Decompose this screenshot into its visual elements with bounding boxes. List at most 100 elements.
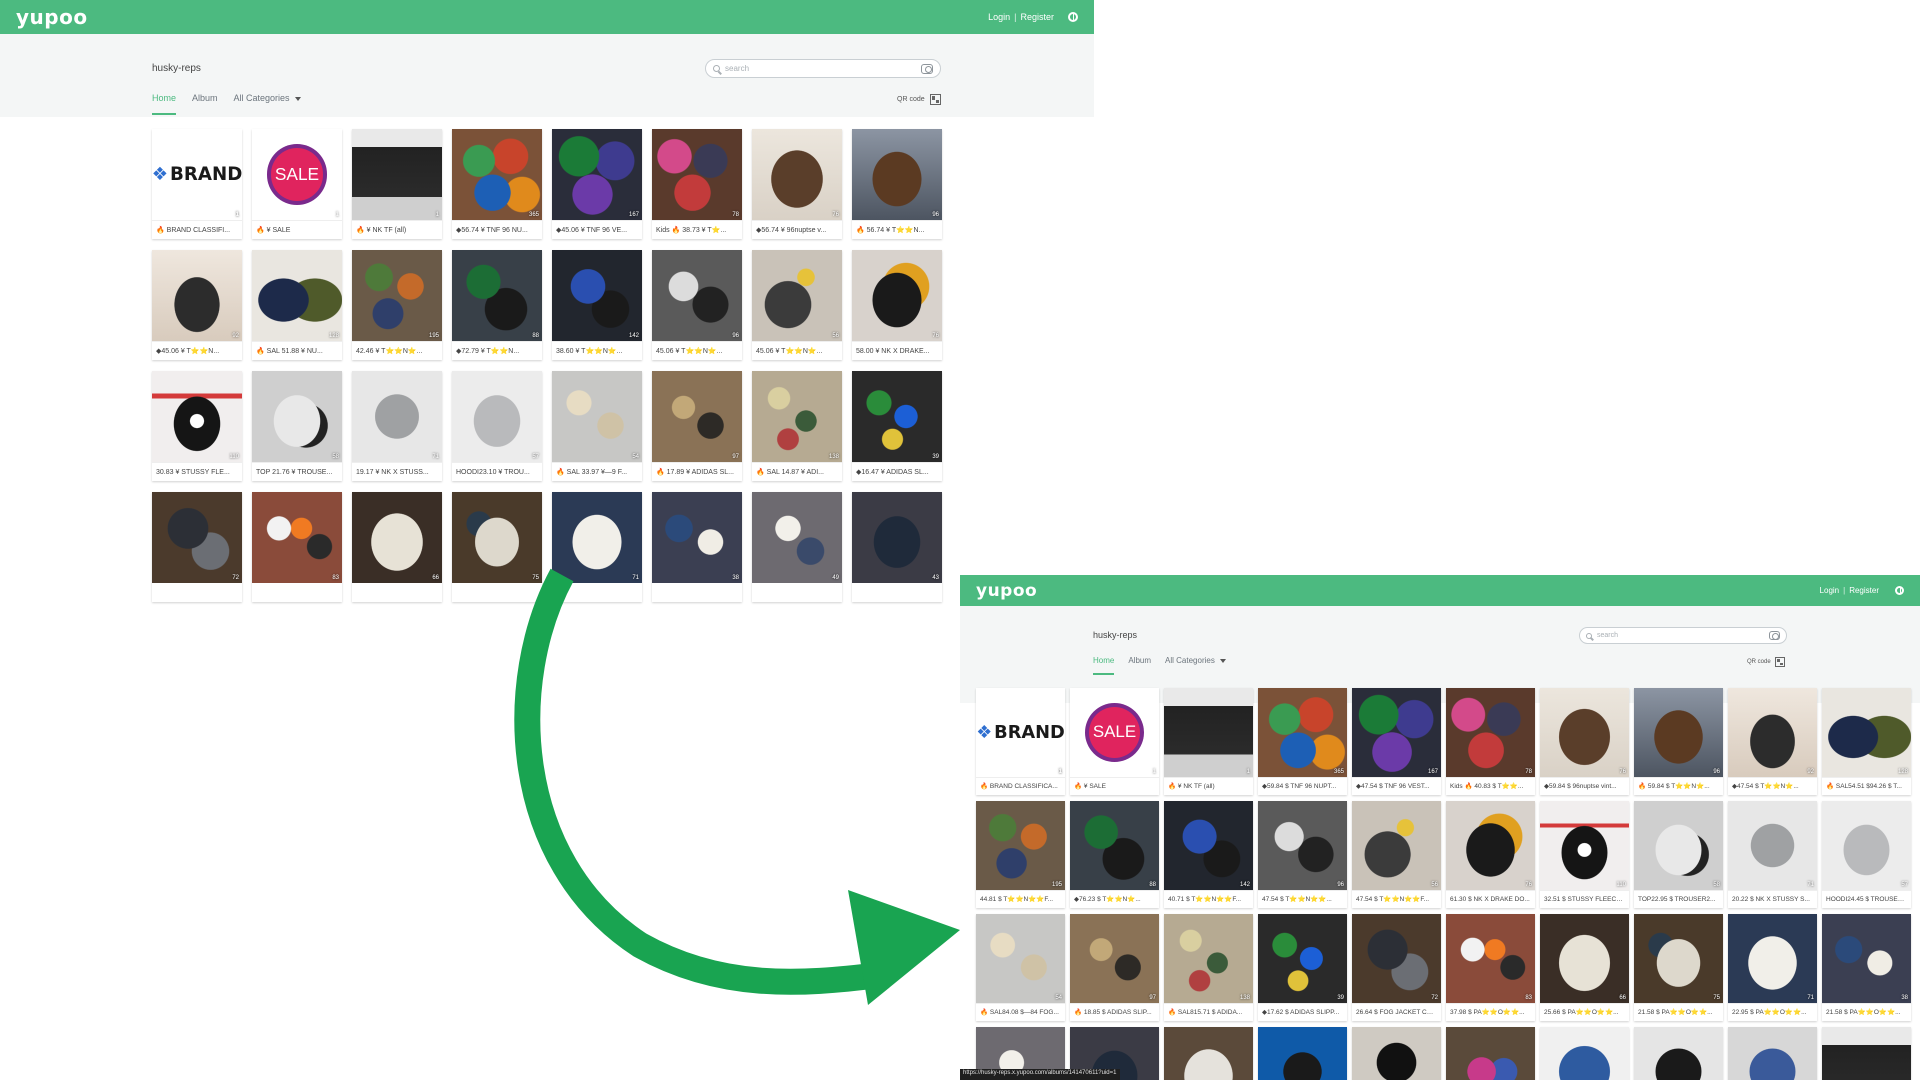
tab-all-categories[interactable]: All Categories [1165,656,1226,675]
album-tile[interactable]: 57 HOODI23.10 ¥ TROU... [452,371,542,481]
album-tile[interactable]: 56 47.54 $ T⭐⭐N⭐⭐F... [1352,801,1441,908]
album-thumbnail[interactable]: 88 [452,250,542,341]
album-tile[interactable]: 96 47.54 $ T⭐⭐N⭐⭐... [1258,801,1347,908]
album-tile[interactable] [1164,1027,1253,1080]
album-thumbnail[interactable]: 56 [1352,801,1441,890]
album-thumbnail[interactable]: 54 [976,914,1065,1003]
album-tile[interactable]: 92 ◆47.54 $ T⭐⭐N⭐... [1728,688,1817,795]
qr-code-button[interactable]: QR code [897,94,941,105]
album-caption[interactable]: ◆56.74 ¥ 96nuptse v... [752,220,842,239]
album-caption[interactable]: 47.54 $ T⭐⭐N⭐⭐... [1258,890,1347,908]
album-caption[interactable]: 🔥 SAL815.71 $ ADIDA... [1164,1003,1253,1021]
album-thumbnail[interactable]: 88 [1070,801,1159,890]
album-tile[interactable]: 1 🔥 ¥ NK TF (all) [1164,688,1253,795]
album-thumbnail[interactable]: 92 [152,250,242,341]
album-thumbnail[interactable]: 71 [552,492,642,583]
album-tile[interactable]: 142 38.60 ¥ T⭐⭐N⭐... [552,250,642,360]
album-tile[interactable]: 78 Kids 🔥 38.73 ¥ T⭐... [652,129,742,239]
album-caption[interactable]: HOODI24.45 $ TROUSER... [1822,890,1911,908]
album-caption[interactable]: 30.83 ¥ STUSSY FLE... [152,462,242,481]
album-tile[interactable]: 142 40.71 $ T⭐⭐N⭐⭐F... [1164,801,1253,908]
album-caption[interactable]: ◆76.23 $ T⭐⭐N⭐... [1070,890,1159,908]
album-tile[interactable]: SALE 1 🔥 ¥ SALE [252,129,342,239]
album-thumbnail[interactable]: 110 [152,371,242,462]
album-tile[interactable]: 66 25.66 $ PA⭐⭐O⭐⭐... [1540,914,1629,1021]
album-tile[interactable]: 54 🔥 SAL 33.97 ¥—9 F... [552,371,642,481]
album-tile[interactable]: 71 22.95 $ PA⭐⭐O⭐⭐... [1728,914,1817,1021]
album-thumbnail[interactable]: 167 [1352,688,1441,777]
album-caption[interactable]: ◆47.54 $ TNF 96 VEST... [1352,777,1441,795]
album-tile[interactable]: 138 🔥 SAL815.71 $ ADIDA... [1164,914,1253,1021]
album-thumbnail[interactable]: 76 [852,250,942,341]
album-thumbnail[interactable]: 78 [1446,688,1535,777]
album-caption[interactable]: 20.22 $ NK X STUSSY S... [1728,890,1817,908]
album-caption[interactable]: ◆59.84 $ 96nuptse vint... [1540,777,1629,795]
album-thumbnail[interactable]: 142 [1164,801,1253,890]
album-caption[interactable]: ◆59.84 $ TNF 96 NUPT... [1258,777,1347,795]
album-caption[interactable]: 🔥 BRAND CLASSIFICA... [976,777,1065,795]
album-tile[interactable]: 96 🔥 59.84 $ T⭐⭐N⭐... [1634,688,1723,795]
album-thumbnail[interactable]: 83 [1446,914,1535,1003]
album-tile[interactable]: 75 [452,492,542,602]
album-thumbnail[interactable]: 56 [752,250,842,341]
register-link[interactable]: Register [1849,586,1879,595]
album-caption[interactable]: 37.98 $ PA⭐⭐O⭐⭐... [1446,1003,1535,1021]
album-tile[interactable]: 138 🔥 SAL 14.87 ¥ ADI... [752,371,842,481]
album-caption[interactable]: ◆45.06 ¥ T⭐⭐N... [152,341,242,360]
album-caption[interactable]: 44.81 $ T⭐⭐N⭐⭐F... [976,890,1065,908]
album-thumbnail[interactable]: 195 [976,801,1065,890]
album-thumbnail[interactable] [1822,1027,1911,1080]
album-thumbnail[interactable]: 75 [1634,914,1723,1003]
album-caption[interactable]: ◆16.47 ¥ ADIDAS SL... [852,462,942,481]
camera-icon[interactable] [921,63,933,74]
tab-home[interactable]: Home [1093,656,1115,675]
album-thumbnail[interactable]: 71 [352,371,442,462]
album-tile[interactable]: 88 ◆76.23 $ T⭐⭐N⭐... [1070,801,1159,908]
album-caption[interactable]: 🔥 SAL84.08 $—84 FOG... [976,1003,1065,1021]
album-tile[interactable]: 128 🔥 SAL 51.88 ¥ NU... [252,250,342,360]
album-thumbnail[interactable]: 38 [652,492,742,583]
album-tile[interactable]: 83 37.98 $ PA⭐⭐O⭐⭐... [1446,914,1535,1021]
album-tile[interactable]: 38 [652,492,742,602]
search-input[interactable]: search [1579,627,1787,644]
album-tile[interactable]: 128 🔥 SAL54.51 $94.26 $ T... [1822,688,1911,795]
album-tile[interactable] [1540,1027,1629,1080]
album-tile[interactable] [1446,1027,1535,1080]
album-tile[interactable]: 76 ◆56.74 ¥ 96nuptse v... [752,129,842,239]
album-thumbnail[interactable]: 1 [352,129,442,220]
album-tile[interactable]: 58 TOP22.95 $ TROUSER2... [1634,801,1723,908]
album-caption[interactable]: TOP22.95 $ TROUSER2... [1634,890,1723,908]
album-caption[interactable]: ◆47.54 $ T⭐⭐N⭐... [1728,777,1817,795]
album-tile[interactable]: 96 45.06 ¥ T⭐⭐N⭐... [652,250,742,360]
album-thumbnail[interactable] [1352,1027,1441,1080]
album-tile[interactable]: 1 🔥 ¥ NK TF (all) [352,129,442,239]
album-thumbnail[interactable]: 83 [252,492,342,583]
album-thumbnail[interactable]: 76 [1446,801,1535,890]
album-caption[interactable]: ◆72.79 ¥ T⭐⭐N... [452,341,542,360]
album-thumbnail[interactable]: 78 [652,129,742,220]
album-tile[interactable]: ❖ BRAND 1 🔥 BRAND CLASSIFICA... [976,688,1065,795]
globe-icon[interactable] [1895,586,1904,595]
album-caption[interactable]: 🔥 BRAND CLASSIFI... [152,220,242,239]
tab-home[interactable]: Home [152,93,177,115]
album-thumbnail[interactable]: 76 [752,129,842,220]
album-thumbnail[interactable]: 167 [552,129,642,220]
album-thumbnail[interactable]: 128 [1822,688,1911,777]
album-caption[interactable]: TOP 21.76 ¥ TROUSE... [252,462,342,481]
album-thumbnail[interactable]: 75 [452,492,542,583]
qr-code-button[interactable]: QR code [1747,657,1785,667]
album-caption[interactable]: 38.60 ¥ T⭐⭐N⭐... [552,341,642,360]
album-tile[interactable]: 76 ◆59.84 $ 96nuptse vint... [1540,688,1629,795]
album-tile[interactable]: 92 ◆45.06 ¥ T⭐⭐N... [152,250,242,360]
album-caption[interactable]: 🔥 59.84 $ T⭐⭐N⭐... [1634,777,1723,795]
yupoo-logo[interactable]: yupoo [16,5,88,29]
album-thumbnail[interactable]: 92 [1728,688,1817,777]
album-tile[interactable]: 39 ◆17.62 $ ADIDAS SLIPP... [1258,914,1347,1021]
album-thumbnail[interactable]: 43 [852,492,942,583]
album-tile[interactable] [1258,1027,1347,1080]
album-tile[interactable]: 195 42.46 ¥ T⭐⭐N⭐... [352,250,442,360]
search-input[interactable]: search [705,59,941,78]
album-caption[interactable]: 32.51 $ STUSSY FLEECE... [1540,890,1629,908]
album-thumbnail[interactable]: 110 [1540,801,1629,890]
album-thumbnail[interactable]: 128 [252,250,342,341]
